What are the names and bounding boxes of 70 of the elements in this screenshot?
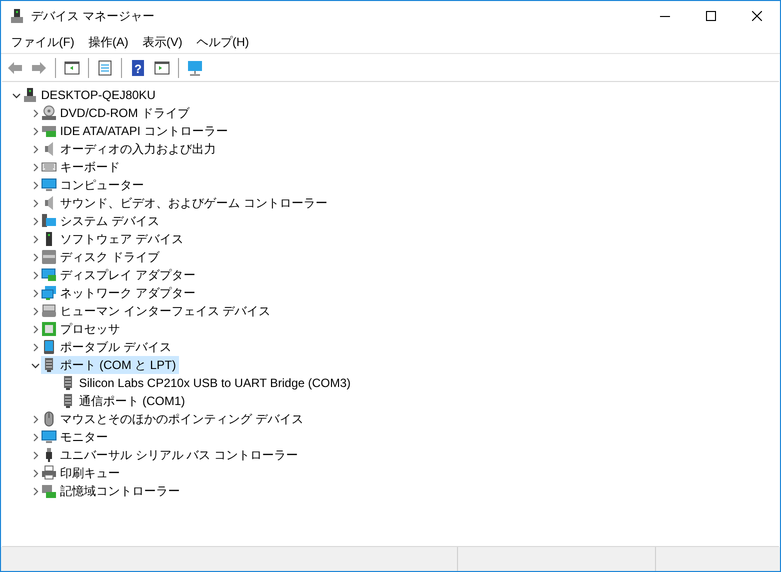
window-pane-icon [63,58,81,76]
tree-item[interactable]: ネットワーク アダプター [41,284,198,302]
portable-device-icon [41,339,57,355]
menu-item[interactable]: 操作(A) [81,32,136,52]
tree-item[interactable]: Silicon Labs CP210x USB to UART Bridge (COM3) [60,374,354,392]
controller-icon [41,303,57,319]
window-title: デバイス マネージャー [31,8,154,25]
expand-chevron-icon[interactable] [30,180,40,190]
computer-icon [22,87,38,103]
tree-item[interactable]: DESKTOP-QEJ80KU [22,86,158,104]
menu-item[interactable]: ヘルプ(H) [189,32,256,52]
menu-item[interactable]: 表示(V) [135,32,190,52]
processor-icon [41,321,57,337]
tree-item[interactable]: プロセッサ [41,320,123,338]
tree-item[interactable]: ディスク ドライブ [41,248,162,266]
disk-drive-icon [41,249,57,265]
tree-item[interactable]: 記憶域コントローラー [41,482,183,500]
tree-item[interactable]: 通信ポート (COM1) [60,392,188,410]
tree-item[interactable]: IDE ATA/ATAPI コントローラー [41,122,231,140]
expand-chevron-icon[interactable] [30,468,40,478]
tree-item[interactable]: モニター [41,428,111,446]
expand-chevron-icon[interactable] [30,252,40,262]
tree-item[interactable]: DVD/CD-ROM ドライブ [41,104,192,122]
tree-item[interactable]: ソフトウェア デバイス [41,230,186,248]
expand-chevron-icon[interactable] [30,162,40,172]
expand-chevron-icon[interactable] [30,486,40,496]
tree-item[interactable]: ユニバーサル シリアル バス コントローラー [41,446,302,464]
expand-chevron-icon[interactable] [30,108,40,118]
tree-item[interactable]: 印刷キュー [41,464,123,482]
app-icon [9,8,25,24]
expand-chevron-icon[interactable] [30,432,40,442]
circuit-card-icon [41,123,57,139]
expand-chevron-icon[interactable] [30,324,40,334]
disc-drive-icon [41,105,57,121]
tree-item[interactable]: オーディオの入力および出力 [41,140,219,158]
monitor-icon [41,177,57,193]
window-play-icon [153,58,171,76]
system-icon [41,213,57,229]
expand-chevron-icon[interactable] [30,342,40,352]
tree-item[interactable]: サウンド、ビデオ、およびゲーム コントローラー [41,194,330,212]
printer-icon [41,465,57,481]
tree-item[interactable]: ポート (COM と LPT) [41,356,179,374]
tree-item[interactable]: ヒューマン インターフェイス デバイス [41,302,274,320]
collapse-chevron-icon[interactable] [30,360,40,370]
expand-chevron-icon[interactable] [30,198,40,208]
monitor-search-icon [186,58,204,76]
expand-chevron-icon[interactable] [30,126,40,136]
tree-item[interactable]: キーボード [41,158,123,176]
expand-chevron-icon[interactable] [30,414,40,424]
storage-controller-icon [41,483,57,499]
tree-item[interactable]: マウスとそのほかのポインティング デバイス [41,410,306,428]
expand-chevron-icon[interactable] [30,450,40,460]
monitor-icon [41,429,57,445]
menu-item[interactable]: ファイル(F) [4,32,82,52]
network-icon [41,285,57,301]
expand-chevron-icon[interactable] [30,270,40,280]
tree-item[interactable]: ディスプレイ アダプター [41,266,198,284]
close-icon [752,11,762,21]
expand-chevron-icon[interactable] [30,288,40,298]
document-icon [96,58,114,76]
tree-item[interactable]: ポータブル デバイス [41,338,174,356]
expand-chevron-icon[interactable] [30,216,40,226]
expand-chevron-icon[interactable] [30,144,40,154]
maximize-icon [706,11,716,21]
collapse-chevron-icon[interactable] [12,90,20,100]
expand-chevron-icon[interactable] [30,234,40,244]
display-adapter-icon [41,267,57,283]
tree-item[interactable]: コンピューター [41,176,147,194]
tree-item[interactable]: システム デバイス [41,212,162,230]
expand-chevron-icon[interactable] [30,306,40,316]
